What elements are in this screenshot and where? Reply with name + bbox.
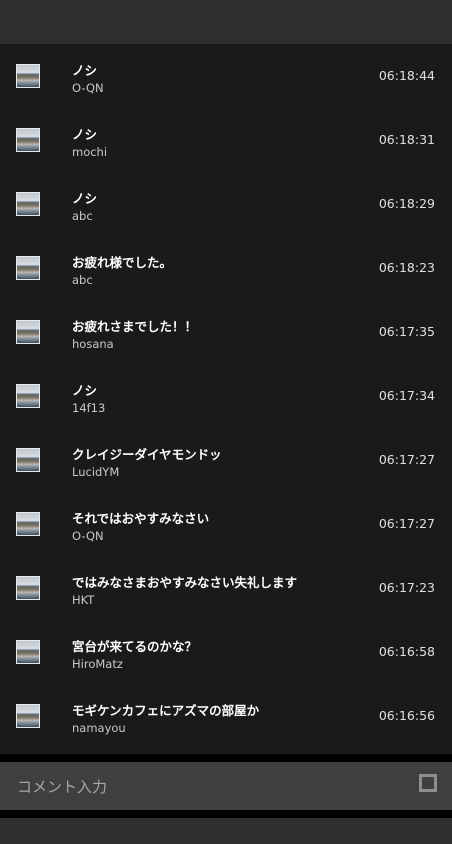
comment-row[interactable]: ノシ abc 06:18:29	[0, 172, 452, 236]
comment-message: ノシ	[72, 383, 98, 398]
comment-row[interactable]: ノシ O-QN 06:18:44	[0, 44, 452, 108]
comment-user: 14f13	[72, 401, 106, 415]
avatar	[16, 704, 40, 728]
top-bar	[0, 0, 452, 44]
comment-row[interactable]: お疲れ様でした。 abc 06:18:23	[0, 236, 452, 300]
comment-input[interactable]: コメント入力	[0, 762, 452, 810]
comment-user: hosana	[72, 337, 114, 351]
comment-time: 06:17:23	[378, 580, 435, 595]
comment-message: ノシ	[72, 63, 98, 78]
comment-time: 06:18:31	[378, 132, 435, 147]
comment-time: 06:17:27	[378, 516, 435, 531]
comment-user: O-QN	[72, 529, 104, 543]
avatar	[16, 320, 40, 344]
comment-time: 06:16:58	[378, 644, 435, 659]
comment-message: クレイジーダイヤモンドッ	[72, 447, 222, 462]
comment-user: abc	[72, 273, 93, 287]
comment-message: モギケンカフェにアズマの部屋か	[72, 703, 260, 718]
comment-message: それではおやすみなさい	[72, 511, 210, 526]
comment-user: mochi	[72, 145, 108, 159]
avatar	[16, 384, 40, 408]
avatar	[16, 448, 40, 472]
comment-user: namayou	[72, 721, 126, 735]
comment-message: ノシ	[72, 191, 98, 206]
comment-row[interactable]: クレイジーダイヤモンドッ LucidYM 06:17:27	[0, 428, 452, 492]
comment-input-placeholder: コメント入力	[17, 778, 108, 796]
comment-time: 06:16:56	[378, 708, 435, 723]
avatar	[16, 256, 40, 280]
comment-row[interactable]: モギケンカフェにアズマの部屋か namayou 06:16:56	[0, 684, 452, 748]
comment-time: 06:18:23	[378, 260, 435, 275]
comment-user: LucidYM	[72, 465, 120, 479]
comment-time: 06:18:44	[378, 68, 435, 83]
comment-time: 06:18:29	[378, 196, 435, 211]
comment-row[interactable]: ノシ 14f13 06:17:34	[0, 364, 452, 428]
comment-message: お疲れ様でした。	[72, 255, 173, 270]
comment-user: HiroMatz	[72, 657, 123, 671]
comment-row[interactable]: 宮台が来てるのかな？ HiroMatz 06:16:58	[0, 620, 452, 684]
comment-user: abc	[72, 209, 93, 223]
avatar	[16, 512, 40, 536]
bottom-bar	[0, 818, 452, 844]
comment-message: 宮台が来てるのかな？	[72, 639, 198, 654]
comment-row[interactable]: ノシ mochi 06:18:31	[0, 108, 452, 172]
comment-user: O-QN	[72, 81, 104, 95]
comment-row[interactable]: ではみなさまおやすみなさい失礼します HKT 06:17:23	[0, 556, 452, 620]
avatar	[16, 192, 40, 216]
comment-time: 06:17:35	[378, 324, 435, 339]
comment-message: お疲れさまでした！！	[72, 319, 198, 334]
comment-message: ではみなさまおやすみなさい失礼します	[72, 575, 298, 590]
comment-list[interactable]: ノシ O-QN 06:18:44 ノシ mochi 06:18:31 ノシ ab…	[0, 44, 452, 754]
comment-user: HKT	[72, 593, 95, 607]
avatar	[16, 576, 40, 600]
avatar	[16, 64, 40, 88]
comment-message: ノシ	[72, 127, 98, 142]
avatar	[16, 640, 40, 664]
checkbox-icon[interactable]	[419, 774, 437, 792]
comment-row[interactable]: それではおやすみなさい O-QN 06:17:27	[0, 492, 452, 556]
avatar	[16, 128, 40, 152]
comment-row[interactable]: お疲れさまでした！！ hosana 06:17:35	[0, 300, 452, 364]
comment-time: 06:17:27	[378, 452, 435, 467]
comment-time: 06:17:34	[378, 388, 435, 403]
